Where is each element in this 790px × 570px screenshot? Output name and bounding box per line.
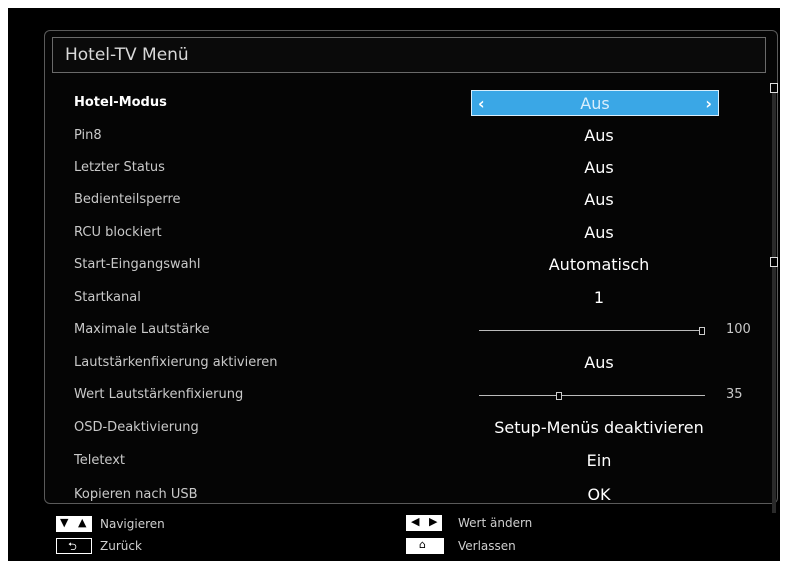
menu-row-value: Aus xyxy=(584,223,614,242)
hint-change-value: Wert ändern xyxy=(458,516,533,530)
menu-row-label: Kopieren nach USB xyxy=(74,487,198,502)
fixed-volume-slider[interactable] xyxy=(479,392,705,400)
menu-row-label: Pin8 xyxy=(74,128,102,143)
menu-row-label: Start-Eingangswahl xyxy=(74,257,201,272)
menu-row-label: Hotel-Modus xyxy=(74,95,167,110)
hint-back: Zurück xyxy=(100,539,142,553)
menu-row-label: Maximale Lautstärke xyxy=(74,322,210,337)
menu-row-value: Aus xyxy=(584,158,614,177)
menu-row-value: Aus xyxy=(580,94,610,113)
menu-row-label: OSD-Deaktivierung xyxy=(74,420,199,435)
menu-row-label: Teletext xyxy=(74,453,125,468)
value-selector[interactable]: ‹ Aus › xyxy=(471,90,719,116)
menu-row-value: OK xyxy=(587,485,611,504)
menu-row-hotel-modus[interactable]: Hotel-Modus ‹ Aus › xyxy=(74,89,774,119)
menu-row-start-eingangswahl[interactable]: Start-Eingangswahl Automatisch xyxy=(74,251,774,281)
menu-row-bedienteilsperre[interactable]: Bedienteilsperre Aus xyxy=(74,186,774,216)
menu-row-value: Setup-Menüs deaktivieren xyxy=(494,418,704,437)
home-icon: ⌂ xyxy=(406,538,444,554)
slider-value: 100 xyxy=(726,322,751,337)
back-icon: ⮌ xyxy=(56,538,92,554)
scroll-thumb-bottom[interactable] xyxy=(770,257,778,267)
scroll-thumb-top[interactable] xyxy=(770,83,778,93)
menu-row-value: Automatisch xyxy=(548,255,650,274)
menu-row-label: Bedienteilsperre xyxy=(74,192,181,207)
volume-slider[interactable] xyxy=(479,327,705,335)
menu-title: Hotel-TV Menü xyxy=(65,45,189,65)
menu-row-rcu-blockiert[interactable]: RCU blockiert Aus xyxy=(74,219,774,249)
menu-row-teletext[interactable]: Teletext Ein xyxy=(74,447,774,477)
menu-row-letzter-status[interactable]: Letzter Status Aus xyxy=(74,154,774,184)
menu-row-label: Wert Lautstärkenfixierung xyxy=(74,387,244,402)
menu-row-lautstaerkenfixierung[interactable]: Lautstärkenfixierung aktivieren Aus xyxy=(74,349,774,379)
menu-row-pin8[interactable]: Pin8 Aus xyxy=(74,122,774,152)
arrow-up-icon: ▲ xyxy=(74,516,92,532)
menu-row-osd-deaktivierung[interactable]: OSD-Deaktivierung Setup-Menüs deaktivier… xyxy=(74,414,774,444)
slider-value: 35 xyxy=(726,387,743,402)
menu-row-value: Aus xyxy=(584,126,614,145)
menu-row-wert-lautstaerkenfixierung[interactable]: Wert Lautstärkenfixierung 35 xyxy=(74,381,774,411)
menu-row-value: Ein xyxy=(586,451,612,470)
hotel-menu-panel: Hotel-TV Menü Hotel-Modus ‹ Aus › Pin8 A… xyxy=(44,30,778,513)
arrow-right-icon: ▶ xyxy=(424,515,442,531)
slider-knob[interactable] xyxy=(556,392,562,400)
menu-row-label: Startkanal xyxy=(74,290,141,305)
arrow-down-icon: ▼ xyxy=(56,516,74,532)
menu-row-label: Letzter Status xyxy=(74,160,165,175)
menu-row-kopieren-nach-usb[interactable]: Kopieren nach USB OK xyxy=(74,481,774,511)
menu-row-label: RCU blockiert xyxy=(74,225,162,240)
scrollbar[interactable] xyxy=(770,83,778,513)
title-bar: Hotel-TV Menü xyxy=(52,37,766,73)
menu-row-startkanal[interactable]: Startkanal 1 xyxy=(74,284,774,314)
menu-row-value: 1 xyxy=(593,288,605,307)
menu-row-value: Aus xyxy=(584,190,614,209)
hint-exit: Verlassen xyxy=(458,539,516,553)
slider-knob[interactable] xyxy=(699,327,705,335)
menu-row-label: Lautstärkenfixierung aktivieren xyxy=(74,355,278,370)
menu-row-value: Aus xyxy=(584,353,614,372)
hint-navigate: Navigieren xyxy=(100,517,165,531)
tv-screen: Hotel-TV Menü Hotel-Modus ‹ Aus › Pin8 A… xyxy=(8,8,780,561)
arrow-right-icon[interactable]: › xyxy=(705,94,712,113)
arrow-left-icon: ◀ xyxy=(406,515,424,531)
menu-row-maximale-lautstaerke[interactable]: Maximale Lautstärke 100 xyxy=(74,316,774,346)
